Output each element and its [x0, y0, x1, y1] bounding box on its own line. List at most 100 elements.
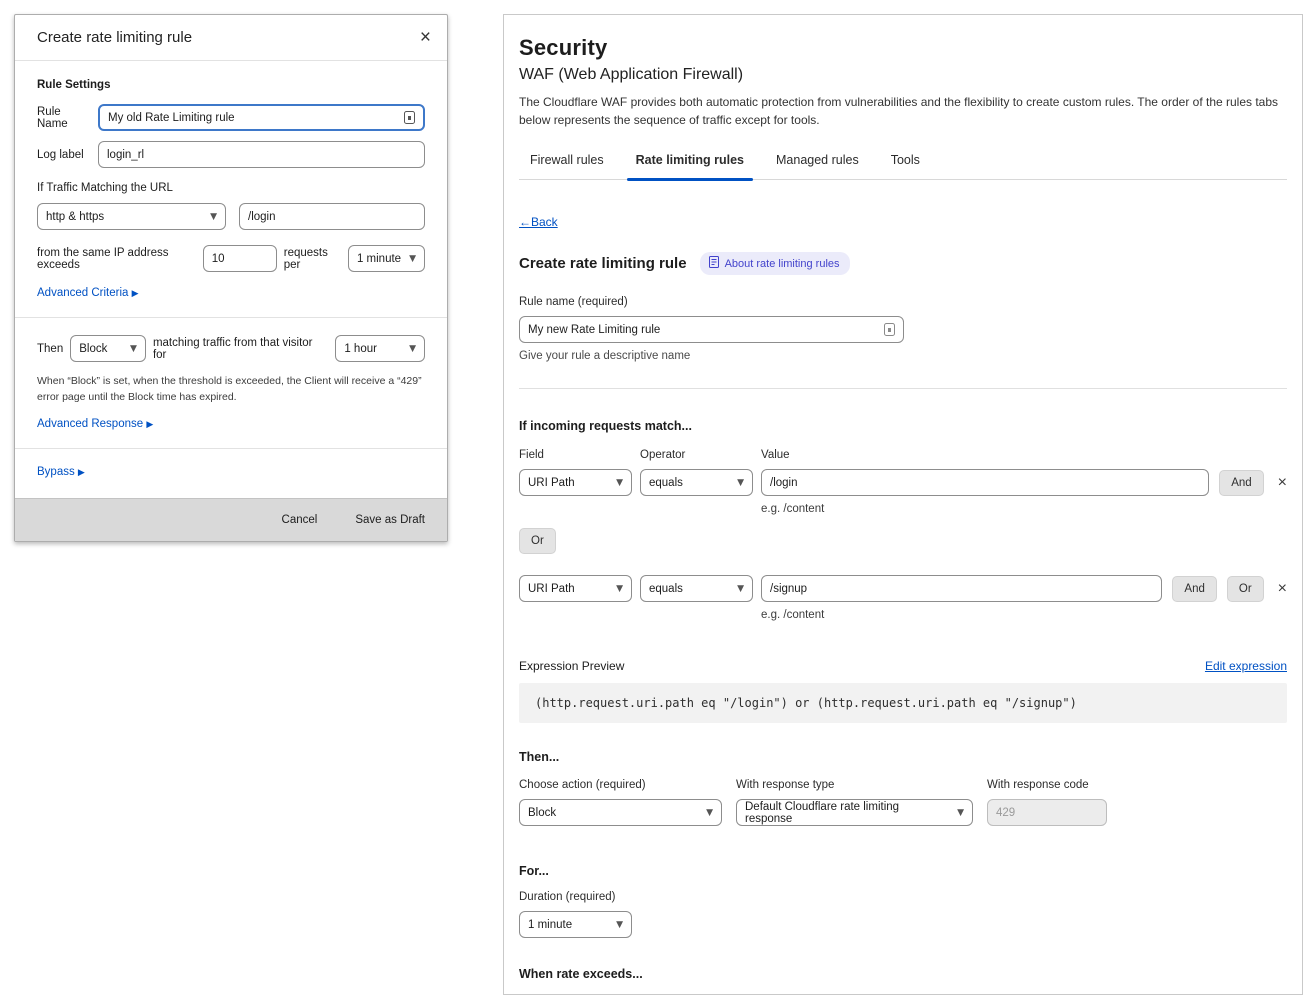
rule-name-label: Rule name (required) — [519, 296, 1287, 308]
create-rate-limiting-rule-modal: Create rate limiting rule × Rule Setting… — [14, 14, 448, 542]
waf-tabs: Firewall rules Rate limiting rules Manag… — [519, 145, 1287, 180]
about-rate-limiting-badge[interactable]: About rate limiting rules — [700, 252, 850, 275]
value-input[interactable] — [770, 477, 1200, 489]
chevron-down-icon: ▼ — [737, 478, 744, 488]
condition-labels: Field Operator Value — [519, 449, 1287, 461]
tab-rate-limiting-rules[interactable]: Rate limiting rules — [635, 145, 745, 179]
rule-name-input-box — [98, 104, 425, 131]
field-select[interactable]: URI Path ▼ — [519, 575, 632, 602]
modal-header: Create rate limiting rule × — [15, 15, 447, 61]
choose-action-select[interactable]: Block ▼ — [519, 799, 722, 826]
scheme-select[interactable]: http & https ▼ — [37, 203, 226, 230]
cancel-button[interactable]: Cancel — [282, 514, 318, 526]
action-select[interactable]: Block ▼ — [70, 335, 146, 362]
page-title: Security — [519, 35, 1287, 61]
back-row: ←Back — [519, 213, 1287, 231]
operator-select[interactable]: equals ▼ — [640, 469, 753, 496]
log-label-input-box — [98, 141, 425, 168]
threshold-row: from the same IP address exceeds request… — [37, 245, 425, 272]
and-button[interactable]: And — [1172, 576, 1216, 602]
chevron-right-icon: ▶ — [78, 468, 85, 478]
rule-settings-heading: Rule Settings — [37, 79, 425, 91]
chevron-down-icon: ▼ — [616, 920, 623, 930]
autofill-icon[interactable] — [884, 323, 895, 336]
value-hint: e.g. /content — [761, 609, 1287, 621]
log-label-label: Log label — [37, 149, 89, 161]
chevron-down-icon: ▼ — [409, 254, 416, 264]
divider — [519, 388, 1287, 389]
threshold-prefix: from the same IP address exceeds — [37, 247, 196, 271]
or-button[interactable]: Or — [519, 528, 556, 554]
rate-labels: Requests (required) Period (required) — [519, 994, 1287, 995]
match-section-title: If incoming requests match... — [519, 419, 1287, 433]
advanced-response-link[interactable]: Advanced Response ▶ — [37, 418, 425, 430]
action-row: Block ▼ Default Cloudflare rate limiting… — [519, 799, 1287, 826]
then-section-title: Then... — [519, 750, 1287, 764]
bypass-link[interactable]: Bypass ▶ — [37, 466, 425, 478]
back-link[interactable]: ←Back — [519, 215, 558, 229]
requests-input[interactable] — [212, 253, 268, 265]
modal-title: Create rate limiting rule — [37, 29, 192, 46]
field-label: Field — [519, 449, 632, 461]
response-type-select[interactable]: Default Cloudflare rate limiting respons… — [736, 799, 973, 826]
remove-condition-icon[interactable]: × — [1278, 475, 1287, 491]
chevron-down-icon: ▼ — [706, 808, 713, 818]
chevron-down-icon: ▼ — [130, 344, 137, 354]
value-input-box — [761, 469, 1209, 496]
value-label: Value — [761, 449, 790, 461]
and-button[interactable]: And — [1219, 470, 1263, 496]
remove-condition-icon[interactable]: × — [1278, 581, 1287, 597]
operator-label: Operator — [640, 449, 753, 461]
period-select[interactable]: 1 minute ▼ — [348, 245, 425, 272]
then-row: Then Block ▼ matching traffic from that … — [37, 335, 425, 362]
for-section-title: For... — [519, 864, 1287, 878]
rule-name-input[interactable] — [528, 324, 878, 336]
modal-body: Rule Settings Rule Name Log label If Tra… — [15, 61, 447, 478]
save-as-draft-button[interactable]: Save as Draft — [355, 514, 425, 526]
chevron-down-icon: ▼ — [210, 212, 217, 222]
block-duration-select[interactable]: 1 hour ▼ — [335, 335, 425, 362]
value-input[interactable] — [770, 583, 1153, 595]
log-label-row: Log label — [37, 141, 425, 168]
divider — [15, 448, 447, 449]
requests-label: Requests (required) — [519, 994, 622, 995]
or-button[interactable]: Or — [1227, 576, 1264, 602]
advanced-criteria-link[interactable]: Advanced Criteria ▶ — [37, 287, 425, 299]
expression-code: (http.request.uri.path eq "/login") or (… — [519, 683, 1287, 723]
chevron-right-icon: ▶ — [132, 289, 139, 299]
action-labels: Choose action (required) With response t… — [519, 779, 1287, 791]
expression-preview-row: Expression Preview Edit expression — [519, 659, 1287, 673]
chevron-down-icon: ▼ — [616, 584, 623, 594]
chevron-down-icon: ▼ — [737, 584, 744, 594]
tab-tools[interactable]: Tools — [890, 145, 921, 179]
page-description: The Cloudflare WAF provides both automat… — [519, 93, 1287, 129]
url-input[interactable] — [248, 211, 416, 223]
tab-managed-rules[interactable]: Managed rules — [775, 145, 860, 179]
then-middle: matching traffic from that visitor for — [153, 337, 328, 361]
url-input-box — [239, 203, 425, 230]
rule-name-helper: Give your rule a descriptive name — [519, 350, 1287, 362]
edit-expression-link[interactable]: Edit expression — [1205, 659, 1287, 673]
tab-firewall-rules[interactable]: Firewall rules — [529, 145, 605, 179]
chevron-right-icon: ▶ — [146, 420, 153, 430]
log-label-input[interactable] — [107, 149, 416, 161]
operator-select[interactable]: equals ▼ — [640, 575, 753, 602]
response-code-input — [996, 807, 1098, 819]
traffic-matching-label: If Traffic Matching the URL — [37, 182, 425, 194]
field-select[interactable]: URI Path ▼ — [519, 469, 632, 496]
autofill-icon[interactable] — [404, 111, 415, 124]
rule-name-label: Rule Name — [37, 106, 89, 130]
form-title-row: Create rate limiting rule About rate lim… — [519, 252, 1287, 275]
or-row: Or — [519, 528, 1287, 554]
form-title: Create rate limiting rule — [519, 255, 687, 272]
rule-name-input[interactable] — [108, 112, 398, 124]
chevron-down-icon: ▼ — [616, 478, 623, 488]
duration-select[interactable]: 1 minute ▼ — [519, 911, 632, 938]
close-icon[interactable]: × — [420, 28, 431, 47]
condition-row: URI Path ▼ equals ▼ And × — [519, 469, 1287, 496]
rate-section-title: When rate exceeds... — [519, 967, 1287, 981]
requests-input-box — [203, 245, 277, 272]
duration-label: Duration (required) — [519, 891, 1287, 903]
url-match-row: http & https ▼ — [37, 203, 425, 230]
condition-row: URI Path ▼ equals ▼ And Or × — [519, 575, 1287, 602]
